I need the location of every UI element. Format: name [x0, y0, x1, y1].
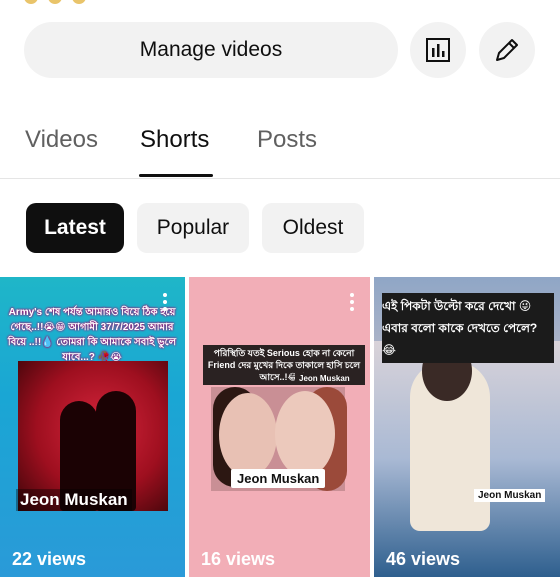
manage-videos-label: Manage videos [139, 38, 283, 61]
edit-button[interactable] [479, 22, 535, 78]
short-watermark-small: Jeon Muskan [295, 373, 354, 384]
emoji-icon [48, 0, 62, 4]
short-watermark: Jeon Muskan [474, 489, 546, 502]
face [219, 393, 277, 477]
analytics-button[interactable] [410, 22, 466, 78]
short-caption-line: এবার বলো কাকে দেখতে পেলে? 😂 [382, 321, 538, 357]
emoji-icon [24, 0, 38, 4]
channel-tabs: Videos Shorts Posts [0, 112, 560, 179]
short-thumbnail[interactable]: এই পিকটা উল্টো করে দেখো 😜 এবার বলো কাকে … [374, 277, 560, 577]
emoji-icon [72, 0, 86, 4]
short-watermark: Jeon Muskan [16, 489, 132, 511]
chip-latest[interactable]: Latest [26, 203, 124, 253]
bar-chart-icon [426, 38, 450, 62]
emoji-strip [24, 0, 254, 4]
chip-latest-label: Latest [44, 216, 106, 239]
tab-videos[interactable]: Videos [25, 126, 98, 154]
thumbnail-image [374, 341, 560, 577]
manage-videos-button[interactable]: Manage videos [24, 22, 398, 78]
short-thumbnail[interactable]: Army's শেষ পর্যন্ত আমারও বিয়ে ঠিক হয়ে … [0, 277, 185, 577]
tab-shorts[interactable]: Shorts [140, 126, 209, 154]
tab-posts[interactable]: Posts [257, 126, 317, 154]
short-thumbnail[interactable]: পরিস্থিতি যতই Serious হোক না কেনো Friend… [189, 277, 370, 577]
pencil-icon [496, 39, 518, 61]
short-watermark: Jeon Muskan [231, 469, 326, 488]
chip-popular[interactable]: Popular [137, 203, 249, 253]
chip-oldest-label: Oldest [282, 216, 344, 239]
chip-oldest[interactable]: Oldest [262, 203, 364, 253]
short-caption: Army's শেষ পর্যন্ত আমারও বিয়ে ঠিক হয়ে … [7, 307, 177, 363]
face [275, 391, 335, 477]
active-tab-indicator [139, 174, 213, 177]
more-options-icon[interactable] [350, 293, 354, 314]
short-caption: এই পিকটা উল্টো করে দেখো 😜 এবার বলো কাকে … [382, 293, 554, 363]
chip-popular-label: Popular [156, 216, 230, 239]
more-options-icon[interactable] [163, 293, 167, 314]
short-caption-line: এই পিকটা উল্টো করে দেখো 😜 [382, 299, 532, 313]
